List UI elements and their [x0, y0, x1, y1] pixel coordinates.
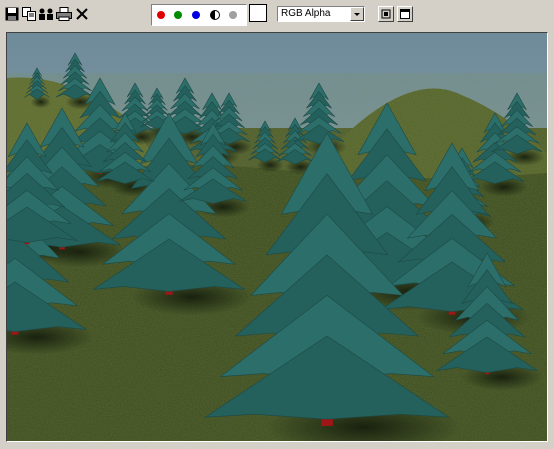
floppy-disk-icon[interactable] — [4, 6, 20, 22]
clear-x-icon[interactable] — [74, 6, 90, 22]
window-icon[interactable] — [397, 6, 413, 22]
copy-icon[interactable] — [21, 6, 37, 22]
printer-icon[interactable] — [56, 6, 72, 22]
channel-select[interactable]: RGB Alpha — [277, 6, 365, 22]
green-channel-button[interactable] — [174, 11, 182, 19]
monochrome-icon[interactable] — [210, 10, 220, 20]
blue-channel-button[interactable] — [192, 11, 200, 19]
display-icon[interactable] — [378, 6, 394, 22]
gray-dot-icon[interactable] — [229, 11, 237, 19]
channel-toggle-group — [151, 4, 247, 26]
render-viewport — [6, 32, 548, 442]
color-swatch[interactable] — [249, 4, 267, 22]
red-channel-button[interactable] — [157, 11, 165, 19]
channel-select-value: RGB Alpha — [281, 8, 331, 19]
chevron-down-icon[interactable] — [350, 7, 364, 21]
toolbar: RGB Alpha — [0, 0, 554, 28]
clone-window-icon[interactable] — [38, 6, 54, 22]
rendered-scene-image — [7, 33, 547, 441]
